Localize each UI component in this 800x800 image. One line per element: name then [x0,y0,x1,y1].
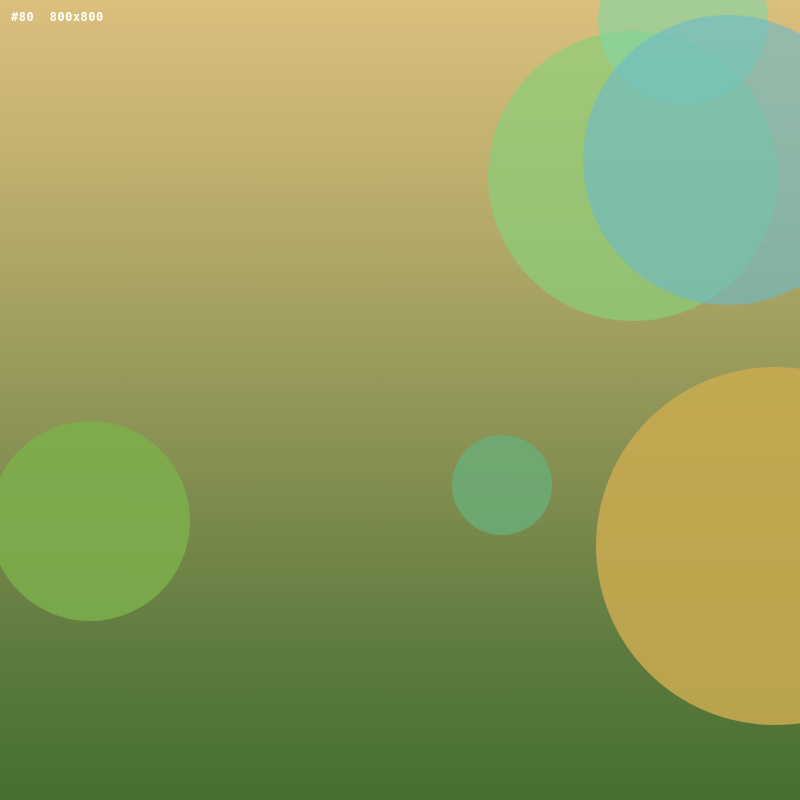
image-size: 800x800 [49,10,104,24]
circle-gold-right [596,367,800,725]
image-label: #80 800x800 [11,10,104,24]
circle-green-left [0,421,190,621]
canvas: #80 800x800 [0,0,800,800]
image-id: #80 [11,10,35,24]
circle-teal-center [452,435,552,535]
